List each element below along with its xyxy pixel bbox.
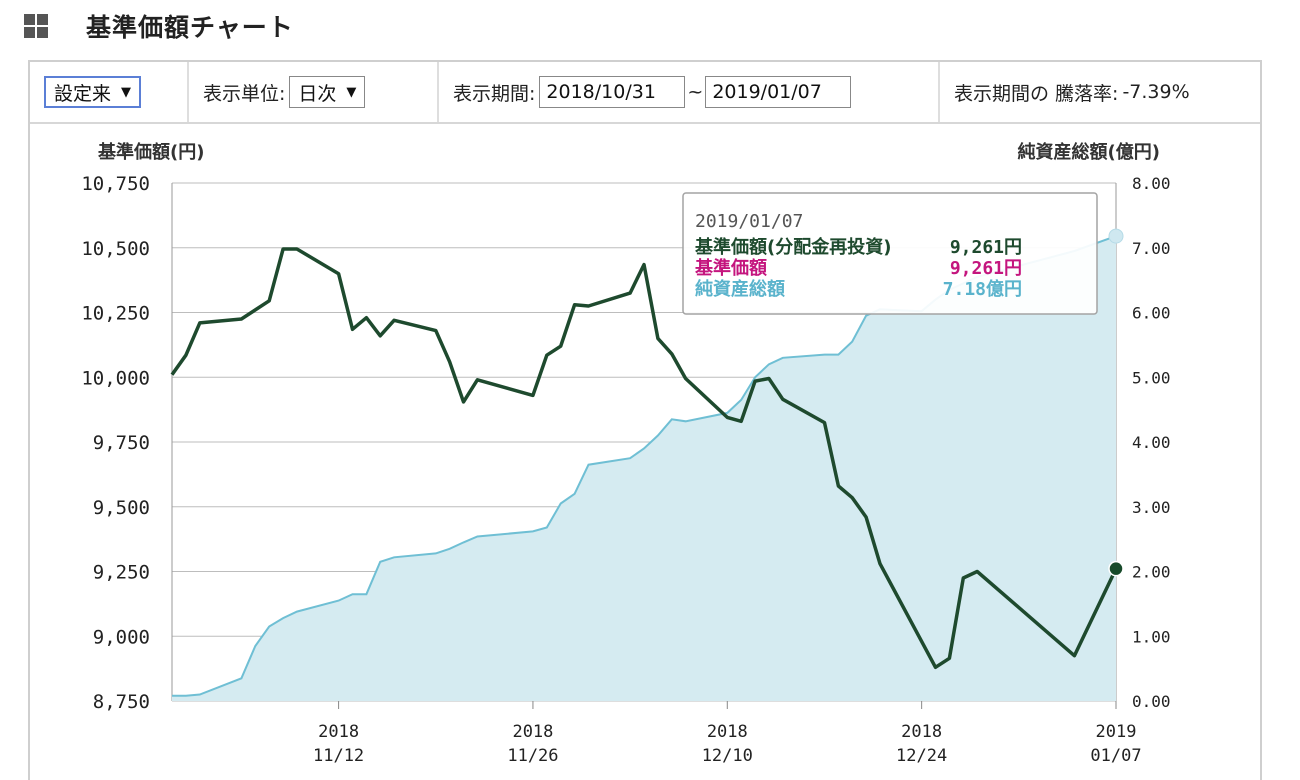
y-left-tick-label: 9,500 <box>93 497 150 519</box>
y-right-tick-label: 5.00 <box>1132 368 1171 387</box>
tooltip-row-value: 9,261円 <box>950 258 1022 279</box>
x-tick-date: 12/10 <box>702 746 753 766</box>
tooltip-row-value: 9,261円 <box>950 237 1022 258</box>
aum-last-point <box>1108 228 1124 244</box>
x-tick-date: 12/24 <box>896 746 947 766</box>
tooltip-row-value: 7.18億円 <box>943 278 1022 300</box>
y-right-tick-label: 8.00 <box>1132 174 1171 193</box>
y-left-tick-label: 10,250 <box>81 303 150 325</box>
y-left-tick-label: 10,500 <box>81 238 150 260</box>
y-left-tick-label: 9,750 <box>93 432 150 454</box>
y-left-tick-label: 10,750 <box>81 173 150 195</box>
x-tick-date: 11/12 <box>313 746 364 766</box>
y-left-tick-label: 9,000 <box>93 626 150 648</box>
x-tick-year: 2018 <box>318 722 359 742</box>
tooltip-row-label: 純資産総額 <box>695 278 785 300</box>
x-tick-year: 2019 <box>1096 722 1137 742</box>
right-axis-title: 純資産総額(億円) <box>1018 141 1160 163</box>
y-left-tick-label: 10,000 <box>81 367 150 389</box>
x-tick-year: 2018 <box>512 722 553 742</box>
y-right-tick-label: 7.00 <box>1132 239 1171 258</box>
tooltip-date: 2019/01/07 <box>695 211 803 232</box>
left-axis-title: 基準価額(円) <box>97 141 204 163</box>
tooltip-row-label: 基準価額 <box>694 257 767 279</box>
y-right-tick-label: 0.00 <box>1132 692 1171 711</box>
y-right-tick-label: 3.00 <box>1132 498 1171 517</box>
y-right-tick-label: 4.00 <box>1132 433 1171 452</box>
chart-area: 基準価額(円) 純資産総額(億円) 10,750 8.00 10,500 7.00 10,2… <box>81 141 1171 766</box>
y-right-tick-label: 1.00 <box>1132 627 1171 646</box>
y-right-tick-label: 2.00 <box>1132 563 1171 582</box>
y-left-tick-label: 8,750 <box>93 691 150 713</box>
tooltip-row-label: 基準価額(分配金再投資) <box>694 236 891 258</box>
x-tick-date: 11/26 <box>507 746 558 766</box>
tooltip: 2019/01/07基準価額(分配金再投資) 9,261円基準価額 9,261円純資… <box>682 192 1098 315</box>
nav-last-point <box>1108 560 1124 577</box>
x-tick-year: 2018 <box>901 722 942 742</box>
x-tick-date: 01/07 <box>1090 746 1141 766</box>
x-tick-year: 2018 <box>707 722 748 742</box>
y-right-tick-label: 6.00 <box>1132 304 1171 323</box>
y-left-tick-label: 9,250 <box>93 562 150 584</box>
